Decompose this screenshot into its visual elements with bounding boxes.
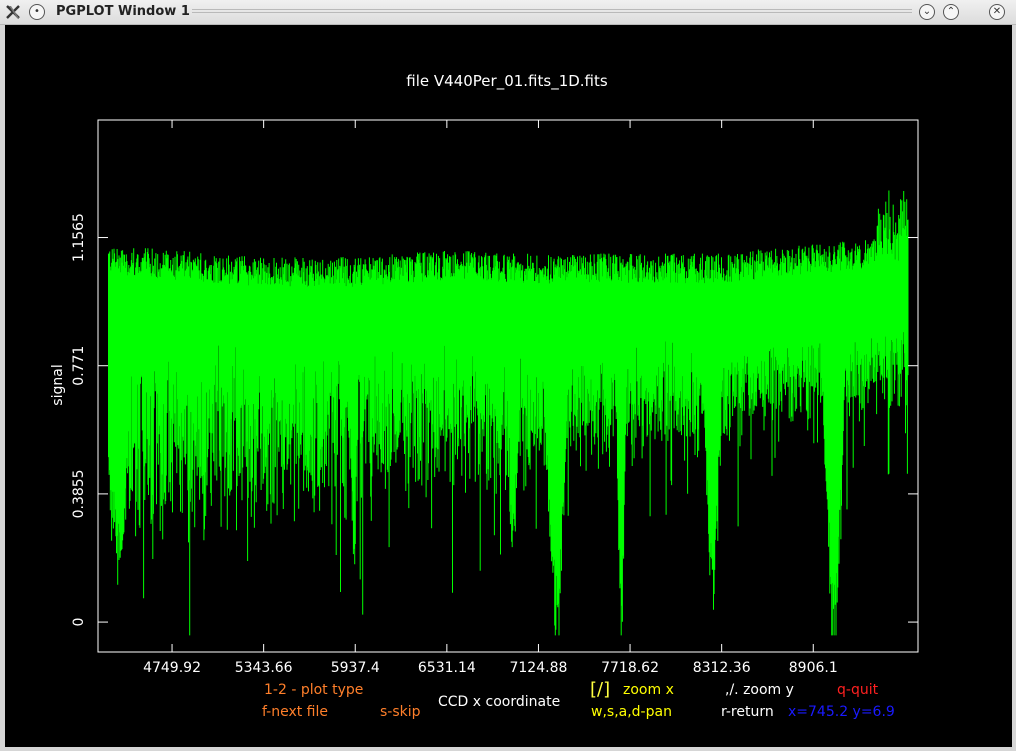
plot-title: file V440Per_01.fits_1D.fits: [406, 72, 608, 91]
status-plot-type: 1-2 - plot type: [264, 682, 364, 698]
y-tick-label: 0.771: [71, 346, 87, 386]
x-tick-label: 8312.36: [693, 660, 751, 676]
x-tick-label: 5343.66: [235, 660, 293, 676]
x-logo-icon[interactable]: [4, 3, 22, 21]
x-tick-label: 7124.88: [509, 660, 567, 676]
status-zoom-x-key: [/]: [590, 679, 611, 700]
cursor-readout: x=745.2 y=6.9: [788, 704, 895, 720]
status-pan: w,s,a,d-pan: [591, 704, 672, 720]
status-next-file: f-next file: [262, 704, 329, 720]
x-tick-label: 8906.1: [789, 660, 838, 676]
maximize-icon[interactable]: ⌃: [942, 3, 960, 21]
status-return: r-return: [721, 704, 774, 720]
x-tick-label: 7718.62: [601, 660, 659, 676]
x-tick-label: 4749.92: [143, 660, 201, 676]
spectrum-plot: file V440Per_01.fits_1D.fits signal 4749…: [50, 72, 919, 676]
y-tick-label: 0: [71, 618, 87, 627]
status-zoom-y: ,/. zoom y: [725, 682, 794, 698]
close-icon[interactable]: ✕: [988, 3, 1006, 21]
x-axis-label: CCD x coordinate: [438, 694, 561, 710]
y-tick-label: 1.1565: [71, 213, 87, 262]
status-quit: q-quit: [837, 682, 879, 698]
x-tick-label: 5937.4: [331, 660, 380, 676]
status-zoom-x: zoom x: [623, 682, 674, 698]
y-axis-label: signal: [50, 364, 66, 405]
y-tick-label: 0.3855: [71, 469, 87, 518]
minimize-icon[interactable]: ⌄: [918, 3, 936, 21]
window-title: PGPLOT Window 1: [56, 4, 190, 19]
spectrum-trace: [108, 190, 909, 636]
plot-canvas[interactable]: file V440Per_01.fits_1D.fits signal 4749…: [5, 25, 1012, 747]
titlebar-grip: [192, 9, 912, 15]
status-skip: s-skip: [380, 704, 421, 720]
x-tick-label: 6531.14: [418, 660, 476, 676]
window-titlebar[interactable]: • PGPLOT Window 1 ⌄ ⌃ ✕: [0, 0, 1016, 25]
spectrum-line: [108, 190, 909, 636]
menu-icon[interactable]: •: [28, 3, 46, 21]
